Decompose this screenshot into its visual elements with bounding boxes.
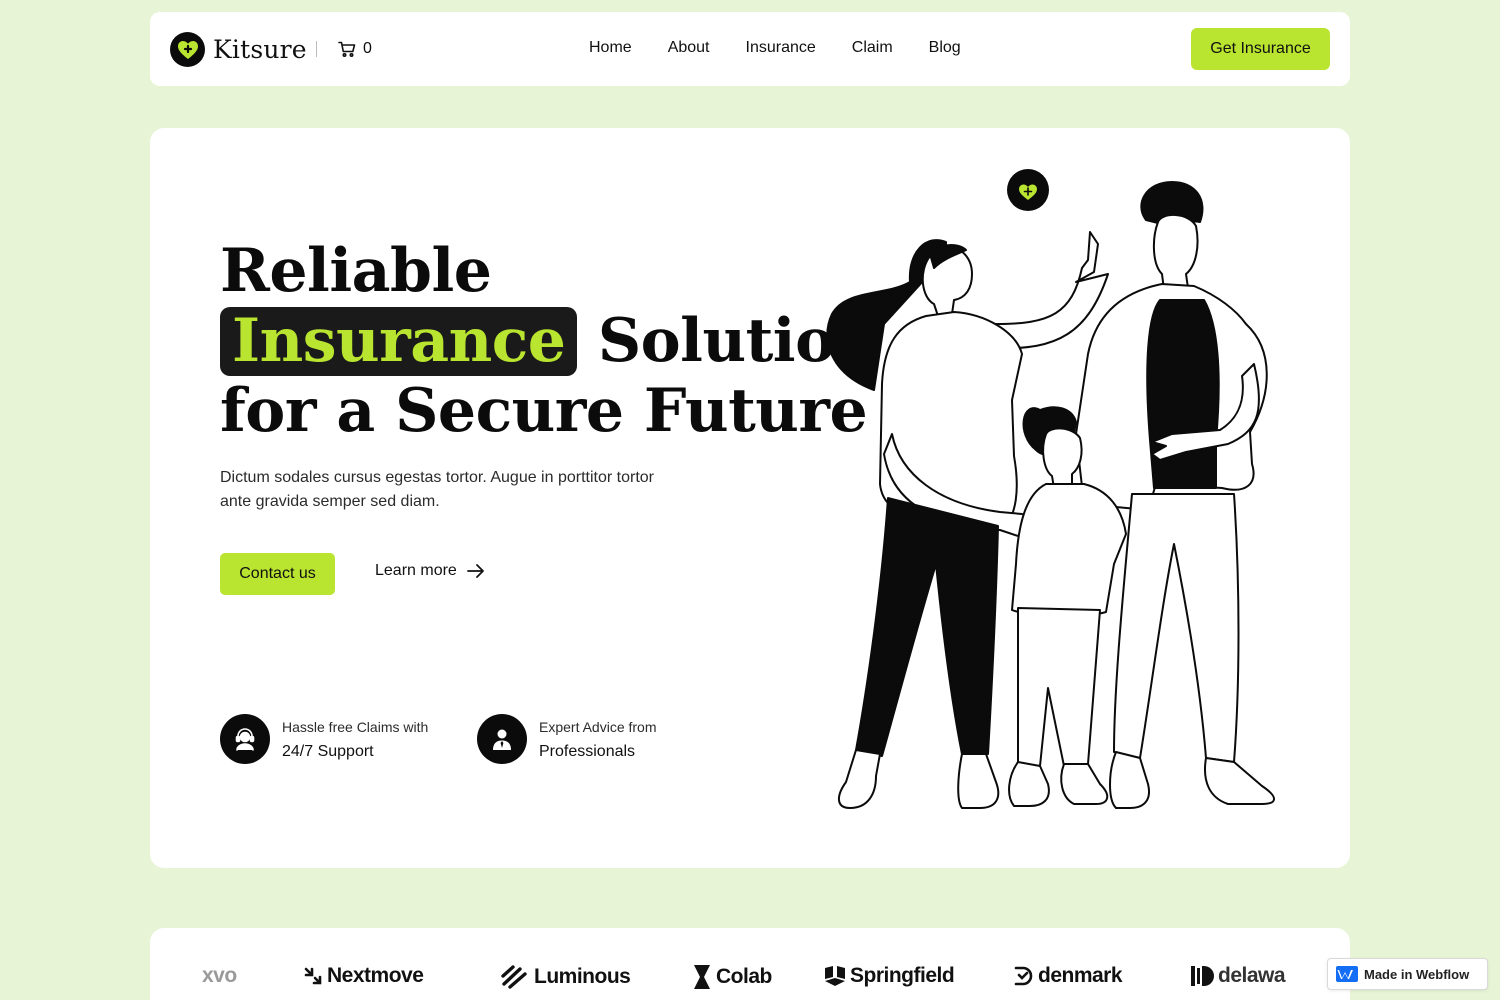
logo-luminous: Luminous bbox=[500, 964, 631, 990]
made-in-webflow-badge[interactable]: Made in Webflow bbox=[1327, 958, 1488, 990]
colab-icon bbox=[694, 965, 710, 989]
brand-name: Kitsure bbox=[213, 35, 307, 64]
cart-button[interactable]: 0 bbox=[338, 40, 372, 58]
logo-springfield-text: Springfield bbox=[850, 964, 955, 987]
logo-colab: Colab bbox=[692, 964, 772, 990]
feature-advice-title: Professionals bbox=[539, 743, 636, 760]
springfield-icon bbox=[825, 966, 845, 986]
brand-logo[interactable]: Kitsure bbox=[170, 32, 307, 67]
nav-divider bbox=[316, 41, 317, 57]
logo-delaware-text: delawa bbox=[1218, 964, 1286, 987]
logo-nextmove-text: Nextmove bbox=[327, 964, 424, 987]
webflow-icon bbox=[1336, 966, 1358, 982]
get-insurance-button[interactable]: Get Insurance bbox=[1191, 28, 1330, 70]
webflow-badge-text: Made in Webflow bbox=[1364, 966, 1470, 982]
headset-icon bbox=[220, 714, 270, 764]
learn-more-label: Learn more bbox=[375, 562, 457, 579]
logo-delaware: delawa bbox=[1190, 964, 1286, 988]
nav-link-claim[interactable]: Claim bbox=[852, 39, 893, 57]
logo-springfield: Springfield bbox=[824, 964, 955, 988]
hero-title-highlight: Insurance bbox=[220, 307, 578, 376]
hero-section: Reliable Insurance Solution for a Secure… bbox=[150, 128, 1350, 868]
cart-count: 0 bbox=[363, 40, 372, 57]
heart-badge-icon bbox=[1007, 169, 1049, 211]
nav-link-insurance[interactable]: Insurance bbox=[746, 39, 816, 57]
feature-support-title: 24/7 Support bbox=[282, 743, 374, 760]
professional-icon bbox=[477, 714, 527, 764]
hero-title-line-3: for a Secure Future bbox=[220, 376, 868, 446]
feature-support-text: Hassle free Claims with 24/7 Support bbox=[282, 717, 428, 761]
logo-nextmove: Nextmove bbox=[303, 964, 424, 988]
nextmove-icon bbox=[304, 967, 322, 985]
contact-us-button[interactable]: Contact us bbox=[220, 553, 335, 595]
logo-denmark-text: denmark bbox=[1038, 964, 1123, 987]
logo-colab-text: Colab bbox=[716, 965, 772, 988]
logo-luminous-text: Luminous bbox=[534, 965, 631, 988]
logo-xvo: xvo bbox=[202, 964, 237, 988]
denmark-icon bbox=[1014, 966, 1033, 986]
cart-icon bbox=[338, 41, 356, 57]
logo-xvo-text: xvo bbox=[202, 964, 237, 987]
feature-advice: Expert Advice from Professionals bbox=[477, 714, 657, 764]
hero-description: Dictum sodales cursus egestas tortor. Au… bbox=[220, 469, 654, 510]
family-illustration bbox=[826, 169, 1275, 809]
nav-link-blog[interactable]: Blog bbox=[929, 39, 961, 57]
feature-advice-caption: Expert Advice from bbox=[539, 719, 657, 735]
feature-support: Hassle free Claims with 24/7 Support bbox=[220, 714, 428, 764]
hero-title: Reliable Insurance Solution for a Secure… bbox=[220, 236, 878, 446]
luminous-icon bbox=[501, 965, 527, 989]
arrow-right-icon bbox=[466, 563, 485, 579]
navbar: Kitsure 0 Home About Insurance Claim Blo… bbox=[150, 12, 1350, 86]
hero-title-line-2: Insurance Solution bbox=[220, 306, 878, 376]
nav-link-home[interactable]: Home bbox=[589, 39, 632, 57]
main-menu: Home About Insurance Claim Blog bbox=[589, 39, 961, 57]
heart-plus-icon bbox=[170, 32, 205, 67]
hero-title-line-1: Reliable bbox=[220, 236, 492, 306]
partner-logos: xvo Nextmove Luminous Colab Springfield … bbox=[150, 928, 1350, 1000]
delaware-icon bbox=[1191, 966, 1214, 986]
feature-advice-text: Expert Advice from Professionals bbox=[539, 717, 657, 761]
logo-denmark: denmark bbox=[1012, 964, 1123, 988]
nav-link-about[interactable]: About bbox=[668, 39, 710, 57]
feature-support-caption: Hassle free Claims with bbox=[282, 719, 429, 735]
learn-more-link[interactable]: Learn more bbox=[375, 562, 485, 580]
